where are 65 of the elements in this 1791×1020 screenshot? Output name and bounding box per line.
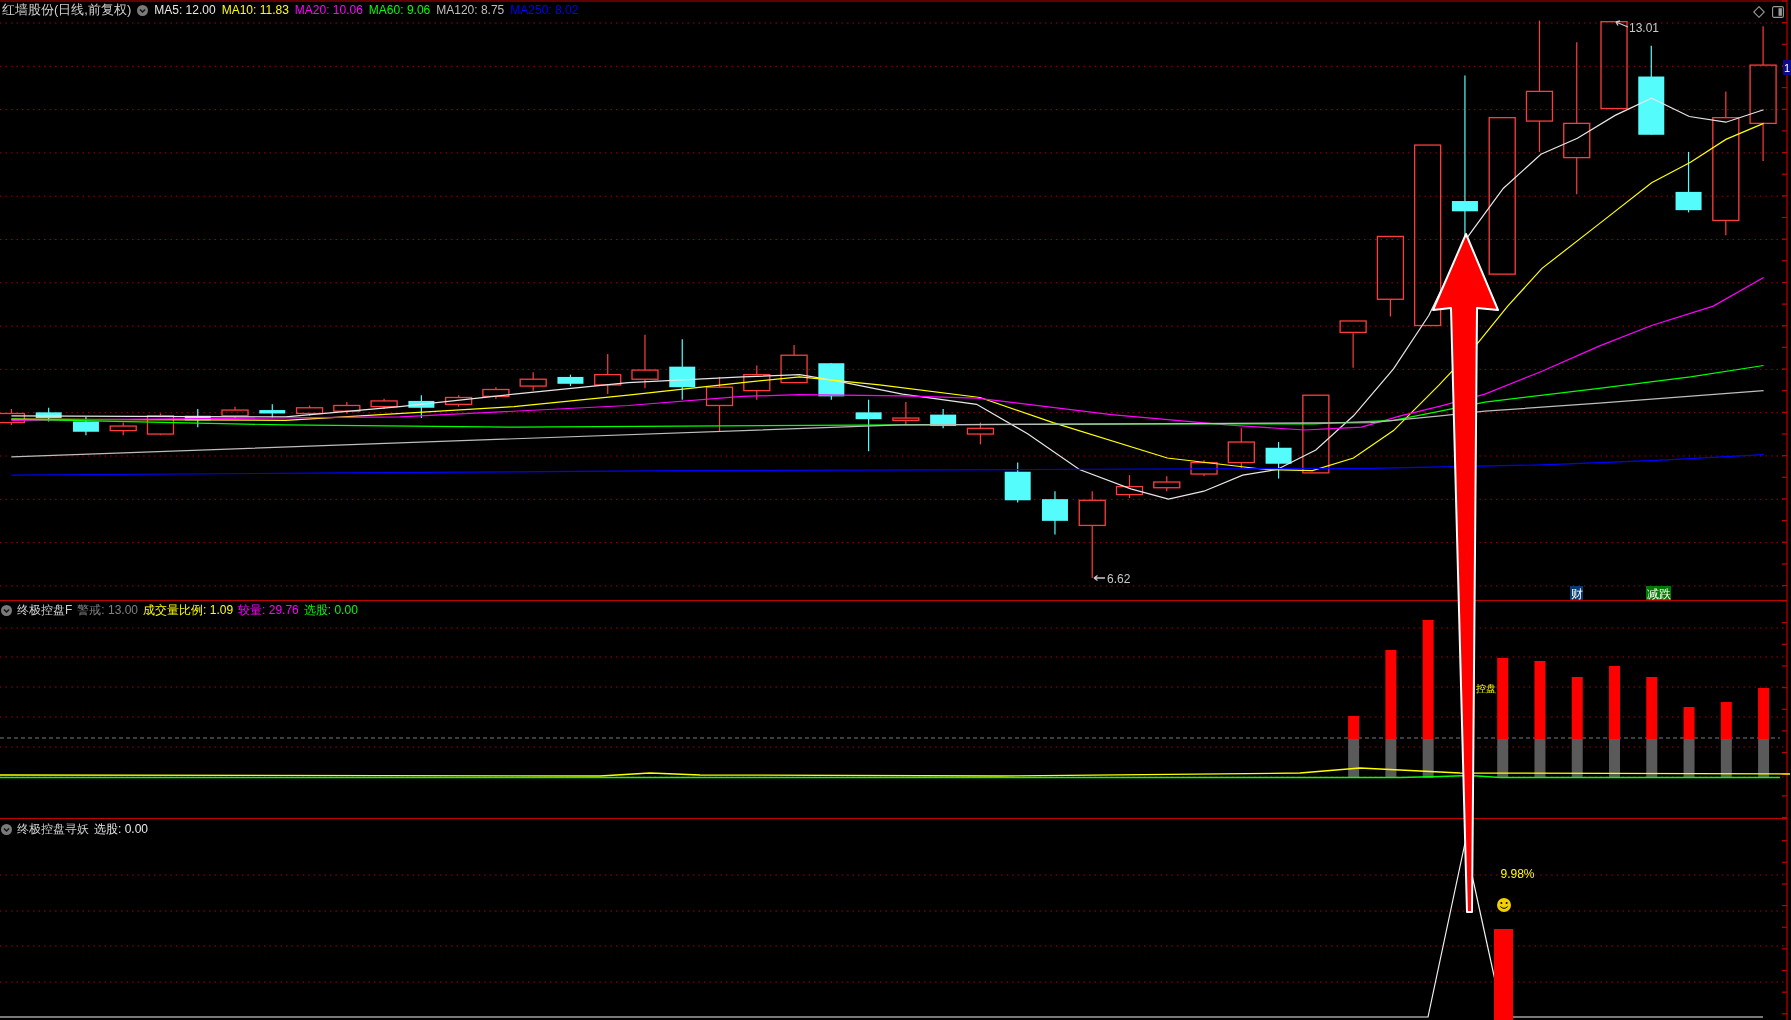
candlestick xyxy=(1227,427,1255,469)
indicator-value: 选股: 0.00 xyxy=(303,602,358,618)
leader-arrow xyxy=(1093,574,1106,582)
candlestick xyxy=(482,386,510,400)
event-tag[interactable]: 减跌 xyxy=(1646,586,1671,600)
candlestick xyxy=(705,376,734,433)
indicator-value: 警戒: 13.00 xyxy=(77,602,139,618)
candlestick xyxy=(519,371,547,392)
candlestick xyxy=(780,344,808,384)
candlestick xyxy=(669,338,696,401)
candlestick xyxy=(1004,462,1031,504)
candlestick xyxy=(1675,151,1702,214)
candlestick xyxy=(370,398,398,410)
indicator-value: MA20: 10.06 xyxy=(294,2,363,18)
candlestick xyxy=(184,408,211,428)
candlestick xyxy=(109,422,137,436)
indicator-value: MA120: 8.75 xyxy=(436,2,505,18)
candlestick xyxy=(221,406,249,419)
candlestick xyxy=(631,334,659,389)
candlestick xyxy=(1041,490,1068,536)
low-price-label: 6.62 xyxy=(1107,572,1131,586)
indicator-title: 终极控盘F xyxy=(17,602,73,618)
candlestick xyxy=(594,353,622,395)
change-label: 9.98% xyxy=(1500,867,1535,881)
signal-label: 控盘 xyxy=(1476,683,1496,694)
candlestick xyxy=(892,401,920,426)
candlestick xyxy=(743,364,771,401)
candlestick xyxy=(1153,475,1181,492)
candlestick xyxy=(855,399,882,452)
chevron-down-icon[interactable] xyxy=(137,4,149,16)
candlestick xyxy=(0,408,26,426)
event-tag[interactable]: 财 xyxy=(1570,586,1583,600)
indicator-title: 终极控盘寻妖 xyxy=(17,821,89,837)
candlestick xyxy=(333,401,361,415)
stacked-bar xyxy=(1683,707,1695,778)
price-tag: 1 xyxy=(1783,60,1791,75)
smiley-icon xyxy=(1497,898,1511,912)
candlestick xyxy=(295,404,324,417)
diamond-icon[interactable] xyxy=(1753,6,1765,18)
candlestick xyxy=(930,408,957,429)
stacked-bar xyxy=(1348,716,1360,778)
candlestick xyxy=(1339,320,1367,369)
candlestick xyxy=(1265,441,1292,480)
candlestick xyxy=(259,403,286,419)
candlestick xyxy=(408,394,435,419)
candlestick xyxy=(146,412,175,436)
candlestick xyxy=(1115,474,1144,499)
chevron-down-icon[interactable] xyxy=(1,604,12,616)
indicator-value: MA5: 12.00 xyxy=(154,2,216,18)
candlestick xyxy=(1190,459,1218,477)
indicator-value: MA10: 11.83 xyxy=(221,2,289,18)
indicator-value: MA60: 9.06 xyxy=(368,2,431,18)
panel-toggle-icon[interactable] xyxy=(1772,6,1784,18)
indicator-value: 较量: 29.76 xyxy=(238,602,299,618)
indicator-value: 选股: 0.00 xyxy=(94,821,149,837)
candlestick xyxy=(445,394,473,408)
chevron-down-icon[interactable] xyxy=(1,823,12,835)
candlestick xyxy=(72,416,99,436)
candlestick xyxy=(557,374,584,387)
chart-title: 红墙股份(日线,前复权) xyxy=(2,2,132,18)
high-price-label: 13.01 xyxy=(1629,21,1660,35)
leader-arrow xyxy=(1615,20,1629,28)
indicator-value: MA250: 8.02 xyxy=(510,2,579,18)
indicator-value: 成交量比例: 1.09 xyxy=(143,602,234,618)
candlestick xyxy=(966,422,995,445)
